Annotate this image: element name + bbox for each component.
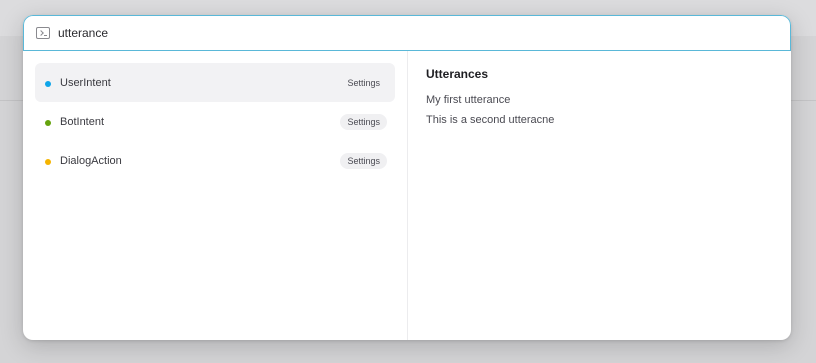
status-dot [45,80,51,87]
terminal-icon [36,27,50,39]
list-item-label: BotIntent [60,115,105,128]
list-item-bot-intent[interactable]: BotIntent Settings [35,102,395,141]
list-item-label: DialogAction [60,154,122,167]
settings-button[interactable]: Settings [340,75,387,91]
detail-panel: Utterances My first utterance This is a … [408,51,791,340]
detail-title: Utterances [426,67,489,81]
results-list: UserIntent Settings BotIntent Settings D… [23,51,408,340]
palette-body: UserIntent Settings BotIntent Settings D… [23,51,791,340]
search-input[interactable] [58,26,738,40]
utterance-item: My first utterance [426,94,511,106]
settings-button[interactable]: Settings [340,152,387,169]
list-item-dialog-action[interactable]: DialogAction Settings [35,141,395,180]
list-item-label: UserIntent [60,76,111,89]
utterance-item: This is a second utteracne [426,114,555,126]
status-dot [45,158,51,165]
command-palette: UserIntent Settings BotIntent Settings D… [23,15,791,340]
settings-button[interactable]: Settings [340,113,387,130]
search-bar[interactable] [23,15,791,51]
status-dot [45,119,51,126]
list-item-user-intent[interactable]: UserIntent Settings [35,63,395,102]
